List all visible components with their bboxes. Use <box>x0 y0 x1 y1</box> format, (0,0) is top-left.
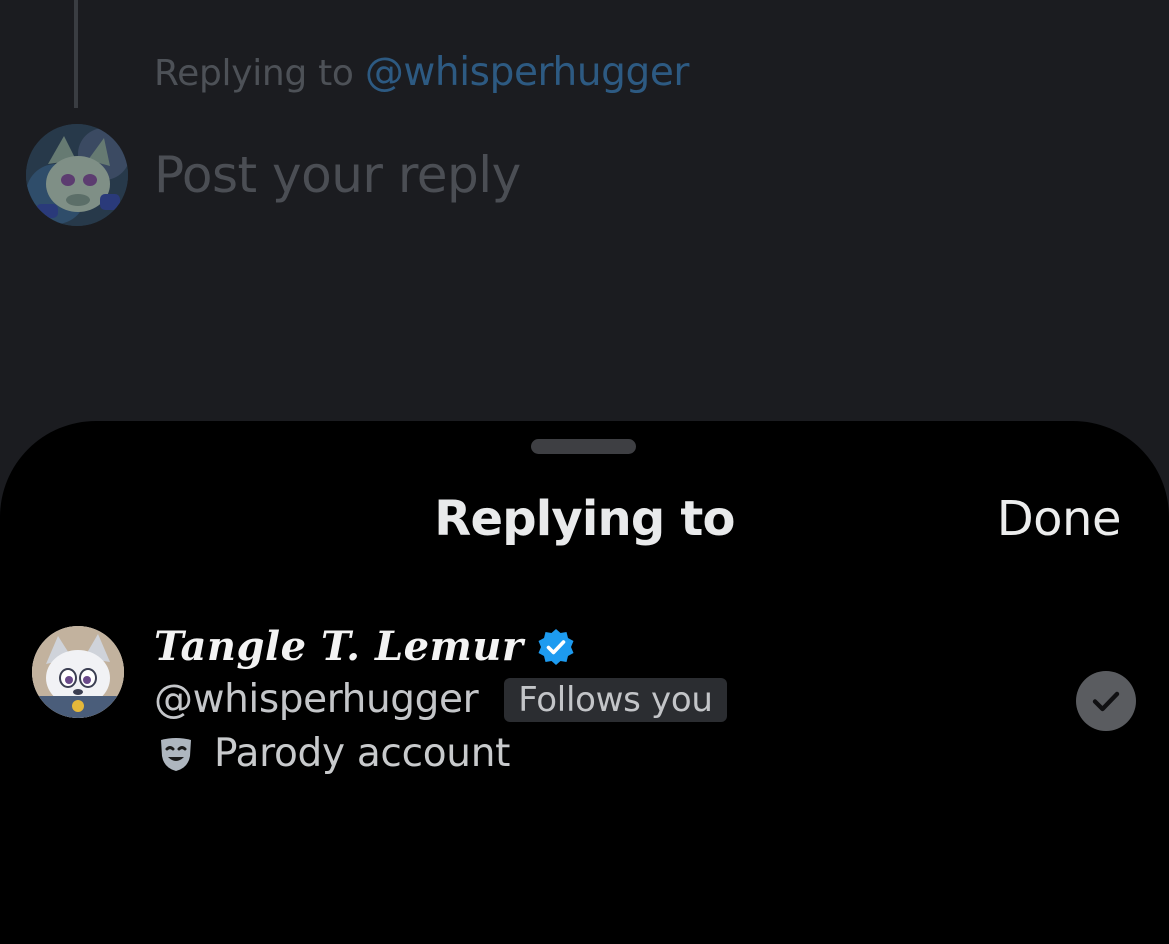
handle-line: @whisperhugger Follows you <box>154 677 727 722</box>
reply-input[interactable]: Post your reply <box>154 146 521 204</box>
replying-to-prefix: Replying to <box>154 53 354 94</box>
user-handle: @whisperhugger <box>154 677 479 722</box>
done-button[interactable]: Done <box>997 491 1122 547</box>
my-avatar[interactable] <box>26 124 128 226</box>
app-screen: Replying to @whisperhugger Post your rep… <box>0 0 1169 944</box>
user-avatar[interactable] <box>32 626 124 718</box>
user-avatar-image <box>32 626 124 718</box>
theater-mask-icon <box>156 734 196 774</box>
display-name: Tangle T. Lemur <box>154 623 524 670</box>
replying-to-handle[interactable]: @whisperhugger <box>365 50 690 95</box>
sheet-drag-handle[interactable] <box>531 439 636 454</box>
account-label-line: Parody account <box>156 731 510 776</box>
parody-account-label: Parody account <box>214 731 511 776</box>
checkmark-icon <box>1092 691 1120 712</box>
recipient-selected-checkbox[interactable] <box>1076 671 1136 731</box>
verified-badge-icon <box>536 627 576 667</box>
display-name-line: Tangle T. Lemur <box>154 623 576 670</box>
sheet-title: Replying to <box>434 491 735 547</box>
reply-recipient-row[interactable]: Tangle T. Lemur @whisperhugger Follows y… <box>0 613 1169 793</box>
thread-connector-line <box>74 0 78 108</box>
follows-you-badge: Follows you <box>504 677 727 722</box>
replying-to-line[interactable]: Replying to @whisperhugger <box>154 50 689 95</box>
my-avatar-image <box>26 124 128 226</box>
replying-to-sheet: Replying to Done Tangle T. Lemur @whispe… <box>0 421 1169 944</box>
